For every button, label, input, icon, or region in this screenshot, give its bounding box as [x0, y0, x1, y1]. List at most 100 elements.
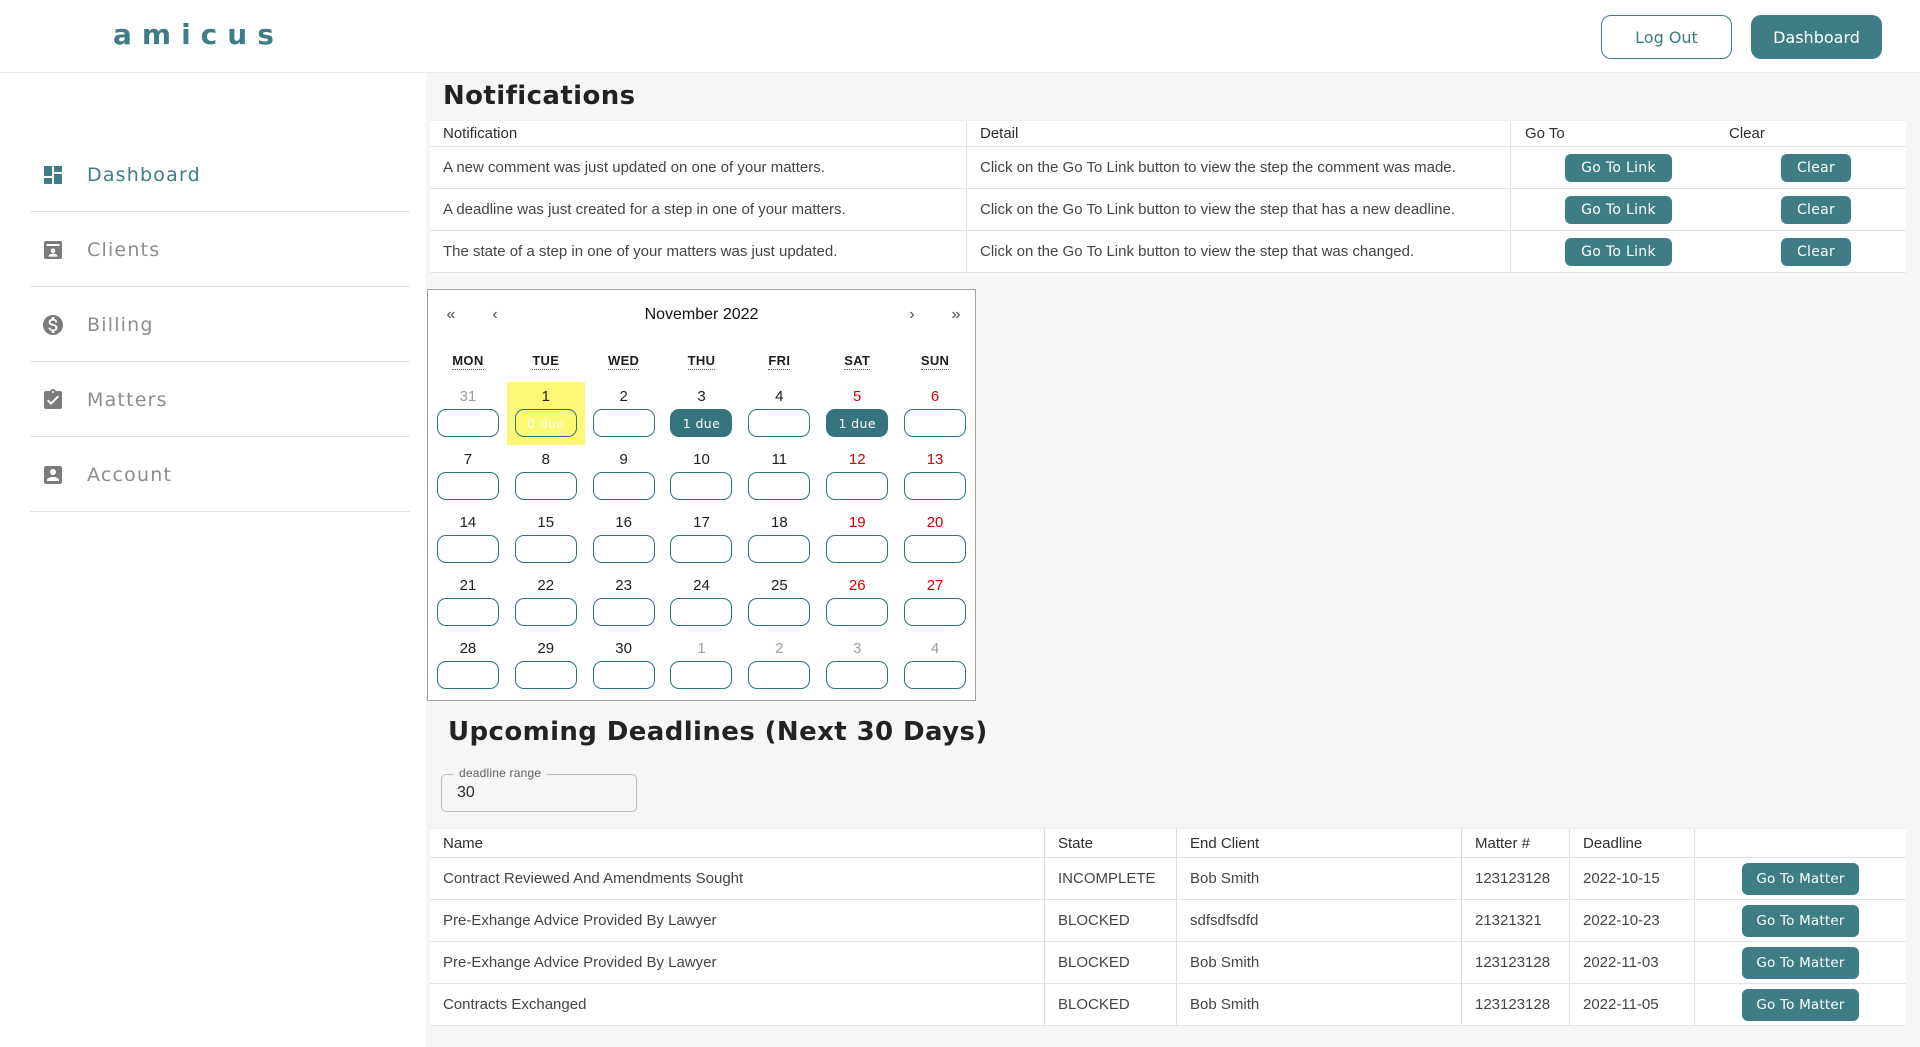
- calendar-day-tile[interactable]: [593, 661, 655, 689]
- calendar-day[interactable]: 1 0 due: [507, 382, 585, 445]
- calendar-next-year-button[interactable]: »: [943, 302, 969, 328]
- notification-detail: Click on the Go To Link button to view t…: [967, 231, 1511, 272]
- calendar-day-tile[interactable]: [515, 598, 577, 626]
- calendar-day-tile[interactable]: [748, 472, 810, 500]
- calendar-day-tile[interactable]: [670, 472, 732, 500]
- calendar-day-tile[interactable]: [437, 661, 499, 689]
- calendar-day[interactable]: 15: [507, 508, 585, 571]
- calendar-day[interactable]: 30: [585, 634, 663, 697]
- calendar-day[interactable]: 3: [818, 634, 896, 697]
- calendar-day[interactable]: 9: [585, 445, 663, 508]
- calendar-due-badge: 0 due: [527, 416, 564, 431]
- calendar-day-tile[interactable]: [437, 598, 499, 626]
- calendar-day-tile[interactable]: [826, 472, 888, 500]
- calendar-day[interactable]: 7: [429, 445, 507, 508]
- calendar-day-number: 21: [429, 577, 507, 595]
- clear-button[interactable]: Clear: [1781, 238, 1851, 266]
- calendar-day[interactable]: 8: [507, 445, 585, 508]
- calendar-day[interactable]: 31: [429, 382, 507, 445]
- calendar-day-tile[interactable]: [904, 598, 966, 626]
- calendar-day[interactable]: 18: [740, 508, 818, 571]
- calendar-day-number: 27: [896, 577, 974, 595]
- calendar-day[interactable]: 16: [585, 508, 663, 571]
- calendar-day-tile[interactable]: [670, 535, 732, 563]
- sidebar-item-dashboard[interactable]: Dashboard: [0, 137, 426, 212]
- deadline-range-input[interactable]: [457, 776, 627, 810]
- calendar-day[interactable]: 1: [663, 634, 741, 697]
- log-out-button[interactable]: Log Out: [1601, 15, 1732, 59]
- go-to-matter-button[interactable]: Go To Matter: [1742, 947, 1858, 979]
- calendar-day-tile[interactable]: [748, 661, 810, 689]
- notification-detail: Click on the Go To Link button to view t…: [967, 189, 1511, 230]
- calendar-day-tile[interactable]: [437, 535, 499, 563]
- calendar-day[interactable]: 2: [740, 634, 818, 697]
- calendar-day[interactable]: 29: [507, 634, 585, 697]
- dashboard-button[interactable]: Dashboard: [1751, 15, 1882, 59]
- calendar-day-tile[interactable]: [748, 409, 810, 437]
- calendar-day-tile[interactable]: [515, 535, 577, 563]
- calendar-day[interactable]: 23: [585, 571, 663, 634]
- calendar-day-tile[interactable]: [593, 472, 655, 500]
- calendar-day-tile[interactable]: 1 due: [826, 409, 888, 437]
- go-to-matter-button[interactable]: Go To Matter: [1742, 863, 1858, 895]
- calendar-day[interactable]: 20: [896, 508, 974, 571]
- calendar-day-number: 13: [896, 451, 974, 469]
- calendar-day[interactable]: 25: [740, 571, 818, 634]
- calendar-day-tile[interactable]: [904, 472, 966, 500]
- calendar-day-tile[interactable]: [826, 598, 888, 626]
- calendar-day[interactable]: 4: [740, 382, 818, 445]
- calendar-day-tile[interactable]: [515, 472, 577, 500]
- calendar-day-tile[interactable]: [748, 535, 810, 563]
- notifications-section: Notifications Notification Detail Go To …: [430, 81, 1906, 273]
- calendar-day-tile[interactable]: [437, 472, 499, 500]
- calendar-day-tile[interactable]: [437, 409, 499, 437]
- calendar-day[interactable]: 21: [429, 571, 507, 634]
- calendar-day-tile[interactable]: [748, 598, 810, 626]
- calendar-day-tile[interactable]: [670, 598, 732, 626]
- calendar-day-tile[interactable]: [593, 409, 655, 437]
- go-to-matter-button[interactable]: Go To Matter: [1742, 905, 1858, 937]
- calendar-day-tile[interactable]: [670, 661, 732, 689]
- calendar-day-tile[interactable]: [904, 535, 966, 563]
- calendar-day[interactable]: 13: [896, 445, 974, 508]
- calendar-day[interactable]: 22: [507, 571, 585, 634]
- calendar-day[interactable]: 12: [818, 445, 896, 508]
- calendar-day[interactable]: 24: [663, 571, 741, 634]
- calendar-day[interactable]: 14: [429, 508, 507, 571]
- calendar-day-tile[interactable]: [826, 535, 888, 563]
- sidebar-item-billing[interactable]: Billing: [0, 287, 426, 362]
- clear-button[interactable]: Clear: [1781, 154, 1851, 182]
- calendar-day-number: 14: [429, 514, 507, 532]
- calendar-next-month-button[interactable]: ›: [899, 302, 925, 328]
- go-to-link-button[interactable]: Go To Link: [1565, 154, 1672, 182]
- calendar-day-tile[interactable]: 1 due: [670, 409, 732, 437]
- calendar-day-tile[interactable]: [904, 409, 966, 437]
- go-to-link-button[interactable]: Go To Link: [1565, 238, 1672, 266]
- calendar-day-tile[interactable]: [593, 598, 655, 626]
- calendar-day[interactable]: 6: [896, 382, 974, 445]
- calendar-day[interactable]: 26: [818, 571, 896, 634]
- calendar-day[interactable]: 17: [663, 508, 741, 571]
- calendar-day-tile[interactable]: [904, 661, 966, 689]
- deadline-range-field[interactable]: deadline range: [441, 774, 637, 812]
- notification-text: The state of a step in one of your matte…: [430, 231, 967, 272]
- sidebar-item-matters[interactable]: Matters: [0, 362, 426, 437]
- calendar-day[interactable]: 4: [896, 634, 974, 697]
- calendar-day-tile[interactable]: [826, 661, 888, 689]
- sidebar-item-account[interactable]: Account: [0, 437, 426, 512]
- calendar-day[interactable]: 10: [663, 445, 741, 508]
- sidebar-item-clients[interactable]: Clients: [0, 212, 426, 287]
- calendar-day[interactable]: 19: [818, 508, 896, 571]
- calendar-day-tile[interactable]: [593, 535, 655, 563]
- calendar-day-tile[interactable]: [515, 661, 577, 689]
- calendar-day[interactable]: 27: [896, 571, 974, 634]
- calendar-day[interactable]: 2: [585, 382, 663, 445]
- calendar-day-tile[interactable]: 0 due: [515, 409, 577, 437]
- calendar-day[interactable]: 11: [740, 445, 818, 508]
- calendar-day[interactable]: 28: [429, 634, 507, 697]
- go-to-matter-button[interactable]: Go To Matter: [1742, 989, 1858, 1021]
- go-to-link-button[interactable]: Go To Link: [1565, 196, 1672, 224]
- clear-button[interactable]: Clear: [1781, 196, 1851, 224]
- calendar-day[interactable]: 3 1 due: [663, 382, 741, 445]
- calendar-day[interactable]: 5 1 due: [818, 382, 896, 445]
